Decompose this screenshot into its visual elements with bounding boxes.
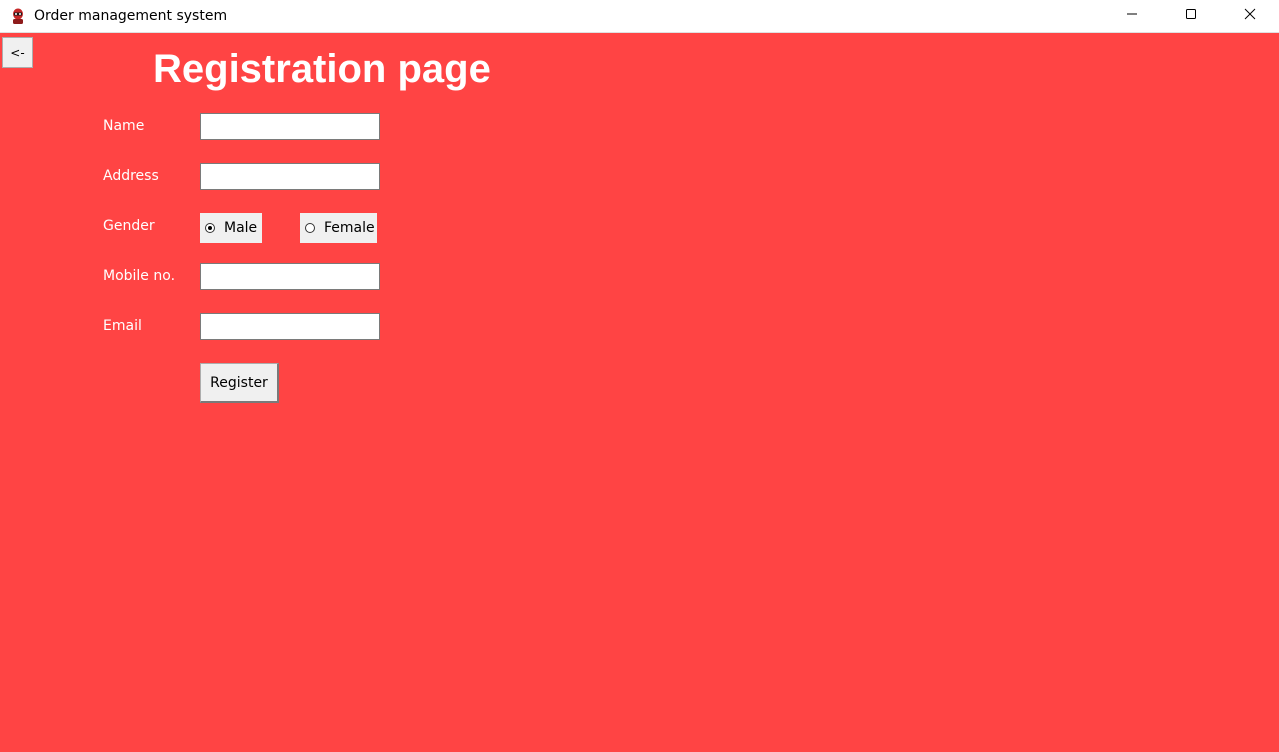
- gender-label: Gender: [103, 218, 155, 234]
- radio-selected-icon: [205, 223, 215, 233]
- gender-option-female-label: Female: [324, 220, 375, 236]
- gender-option-male-label: Male: [224, 220, 258, 236]
- radio-unselected-icon: [305, 223, 315, 233]
- back-button[interactable]: <-: [2, 37, 33, 68]
- gender-radio-male[interactable]: Male: [200, 213, 262, 243]
- minimize-button[interactable]: [1102, 0, 1161, 28]
- address-input[interactable]: [200, 163, 380, 190]
- maximize-icon: [1185, 5, 1197, 24]
- page-title: Registration page: [153, 47, 491, 91]
- close-icon: [1244, 5, 1256, 24]
- email-input[interactable]: [200, 313, 380, 340]
- name-label: Name: [103, 118, 145, 134]
- close-button[interactable]: [1220, 0, 1279, 28]
- registration-panel: <- Registration page Name Address Gender…: [0, 33, 1279, 752]
- app-window: Order management system <- Registration …: [0, 0, 1279, 752]
- email-label: Email: [103, 318, 142, 334]
- mobile-input[interactable]: [200, 263, 380, 290]
- gender-radio-female[interactable]: Female: [300, 213, 377, 243]
- mobile-label: Mobile no.: [103, 268, 176, 284]
- minimize-icon: [1126, 5, 1138, 24]
- window-controls: [1102, 0, 1279, 32]
- window-title: Order management system: [34, 8, 228, 24]
- name-input[interactable]: [200, 113, 380, 140]
- title-bar: Order management system: [0, 0, 1279, 33]
- register-button[interactable]: Register: [200, 363, 279, 403]
- address-label: Address: [103, 168, 159, 184]
- maximize-button[interactable]: [1161, 0, 1220, 28]
- deadpool-icon: [10, 8, 26, 24]
